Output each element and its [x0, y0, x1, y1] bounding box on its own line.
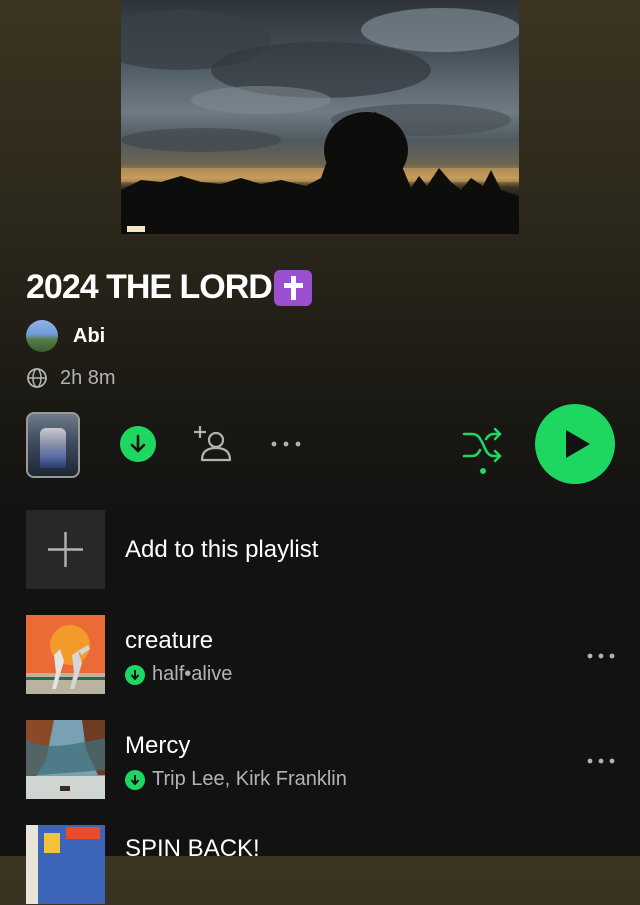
track-subtitle: half•alive [125, 663, 232, 686]
latin-cross-emoji-icon [273, 270, 312, 306]
playlist-controls [0, 404, 640, 484]
track-artwork [26, 615, 105, 694]
track-subtitle: Trip Lee, Kirk Franklin [125, 768, 347, 791]
track-artist: Trip Lee, Kirk Franklin [152, 768, 347, 790]
play-icon [566, 430, 590, 458]
avatar[interactable] [26, 320, 58, 352]
plus-icon [48, 532, 83, 567]
more-horizontal-icon[interactable] [270, 440, 302, 448]
playlist-meta: 2h 8m [26, 366, 116, 390]
track-title: SPIN BACK! [125, 835, 260, 862]
playlist-preview-button[interactable] [26, 412, 80, 478]
track-artwork [26, 720, 105, 799]
downloaded-icon [125, 769, 145, 790]
playlist-owner[interactable]: Abi [26, 320, 105, 352]
download-button[interactable] [120, 426, 156, 462]
track-artwork [26, 825, 105, 904]
track-title: Mercy [125, 732, 191, 759]
track-row[interactable]: creature half•alive [0, 615, 640, 695]
shuffle-icon[interactable] [460, 426, 506, 476]
track-row[interactable]: SPIN BACK! [0, 825, 640, 905]
downloaded-icon [125, 664, 145, 685]
add-person-icon[interactable] [192, 424, 236, 464]
playlist-title: 2024 THE LORD [26, 268, 312, 307]
track-title: creature [125, 627, 214, 654]
track-artist: half•alive [152, 663, 233, 685]
add-to-playlist-row[interactable]: Add to this playlist [0, 510, 640, 590]
add-to-playlist-button[interactable] [26, 510, 105, 589]
more-horizontal-icon[interactable] [586, 756, 616, 766]
playlist-duration: 2h 8m [60, 366, 116, 389]
track-row[interactable]: Mercy Trip Lee, Kirk Franklin [0, 720, 640, 800]
play-button[interactable] [535, 404, 615, 484]
playlist-cover-art [121, 0, 519, 234]
owner-name[interactable]: Abi [73, 325, 105, 348]
preview-thumbnail [40, 428, 66, 468]
more-horizontal-icon[interactable] [586, 651, 616, 661]
download-arrow-icon [130, 434, 146, 453]
add-to-playlist-label[interactable]: Add to this playlist [125, 536, 318, 564]
globe-icon [27, 368, 47, 388]
